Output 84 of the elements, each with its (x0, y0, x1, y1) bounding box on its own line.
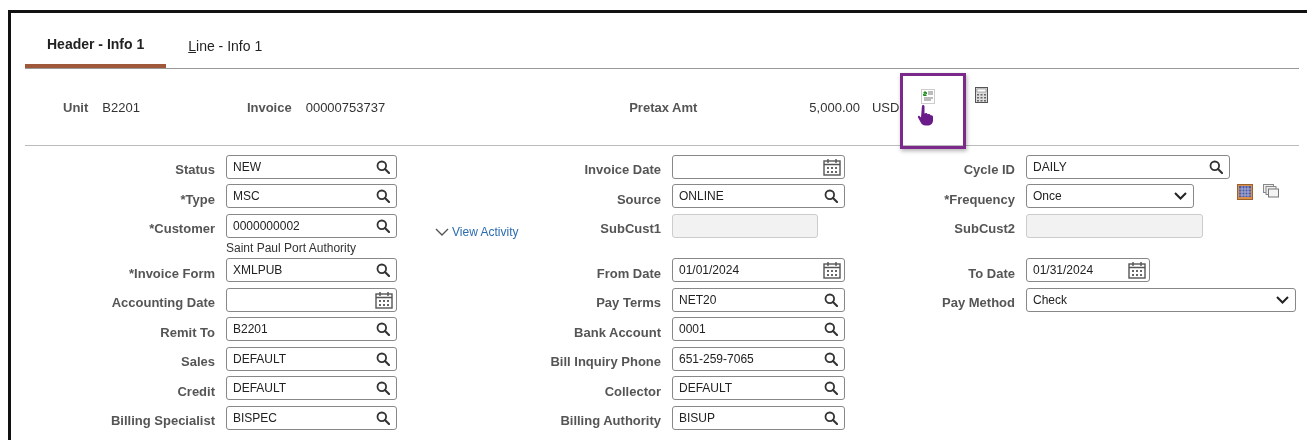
field-label: Collector (603, 383, 661, 399)
calendar-icon[interactable] (375, 290, 393, 309)
calendar-icon[interactable] (1128, 261, 1146, 280)
field-label: Pay Terms (595, 295, 661, 311)
input-field[interactable]: MSC (226, 184, 397, 209)
search-icon[interactable] (824, 322, 838, 337)
input-field[interactable]: DEFAULT (672, 376, 845, 401)
summary-label: Unit (63, 99, 89, 115)
summary-value: B2201 (102, 99, 140, 115)
field-label: *Customer (148, 221, 215, 237)
search-icon[interactable] (1209, 159, 1223, 174)
input-field[interactable]: DAILY (1026, 154, 1230, 179)
input-field[interactable]: 0000000002 (226, 213, 397, 238)
search-icon[interactable] (824, 189, 838, 204)
input-field[interactable]: NEW (226, 154, 397, 179)
hand-cursor-icon (917, 103, 936, 126)
field-label: Bank Account (573, 324, 661, 340)
field-label: Source (615, 191, 661, 207)
grid-icon[interactable] (1237, 183, 1253, 200)
search-icon[interactable] (376, 381, 390, 396)
field-label: Billing Authority (559, 413, 661, 429)
search-icon[interactable] (376, 218, 390, 233)
search-icon[interactable] (376, 351, 390, 366)
dropdown[interactable]: Once (1026, 184, 1194, 209)
summary-label: Pretax Amt (629, 99, 698, 115)
view-activity-link[interactable]: View Activity (435, 224, 519, 239)
field-label: Status (174, 162, 215, 178)
search-icon[interactable] (824, 410, 838, 425)
calculator-icon[interactable] (975, 87, 989, 103)
field-label: Cycle ID (962, 162, 1015, 178)
date-field[interactable]: 01/31/2024 (1026, 258, 1150, 283)
chevron-down-icon (435, 227, 449, 236)
currency-code: USD (871, 99, 900, 115)
field-label: Credit (176, 383, 215, 399)
field-label: SubCust1 (599, 221, 661, 237)
field-label: Accounting Date (110, 295, 215, 311)
calendar-icon[interactable] (823, 157, 841, 176)
calendar-icon[interactable] (823, 261, 841, 280)
chevron-down-icon (1276, 295, 1289, 304)
input-field[interactable] (672, 213, 818, 238)
input-field[interactable] (1026, 213, 1203, 238)
field-label: Billing Specialist (109, 413, 215, 429)
input-field[interactable]: DEFAULT (226, 346, 397, 371)
input-field[interactable]: BISUP (672, 405, 845, 430)
dropdown[interactable]: Check (1026, 287, 1296, 312)
input-field[interactable]: XMLPUB (226, 258, 397, 283)
tab[interactable]: Line - Info 1 (166, 35, 285, 68)
copy-icon[interactable] (1263, 183, 1279, 198)
customer-name: Saint Paul Port Authority (226, 241, 357, 255)
field-label: Remit To (159, 324, 215, 340)
invoice-icon[interactable] (921, 88, 936, 104)
field-label: Sales (180, 354, 215, 370)
field-label: *Type (179, 191, 215, 207)
input-field[interactable]: B2201 (226, 317, 397, 342)
date-field[interactable] (226, 287, 397, 312)
summary-value: 00000753737 (305, 99, 386, 115)
field-label: Bill Inquiry Phone (549, 354, 661, 370)
search-icon[interactable] (824, 292, 838, 307)
tab[interactable]: Header - Info 1 (25, 35, 167, 68)
search-icon[interactable] (824, 351, 838, 366)
input-field[interactable]: BISPEC (226, 405, 397, 430)
search-icon[interactable] (376, 322, 390, 337)
field-label: *Frequency (943, 191, 1015, 207)
field-label: From Date (595, 265, 661, 281)
date-field[interactable] (672, 154, 845, 179)
input-field[interactable]: DEFAULT (226, 376, 397, 401)
field-label: *Invoice Form (128, 265, 215, 281)
field-label: SubCust2 (953, 221, 1015, 237)
summary-label: Invoice (246, 99, 292, 115)
search-icon[interactable] (376, 410, 390, 425)
input-field[interactable]: NET20 (672, 287, 845, 312)
input-field[interactable]: 651-259-7065 (672, 346, 845, 371)
search-icon[interactable] (376, 263, 390, 278)
field-label: Invoice Date (583, 162, 661, 178)
input-field[interactable]: ONLINE (672, 184, 845, 209)
search-icon[interactable] (376, 159, 390, 174)
input-field[interactable]: 0001 (672, 317, 845, 342)
search-icon[interactable] (376, 189, 390, 204)
field-label: Pay Method (941, 295, 1015, 311)
summary-value: 5,000.00 (809, 99, 860, 115)
search-icon[interactable] (824, 381, 838, 396)
field-label: To Date (967, 265, 1015, 281)
chevron-down-icon (1174, 192, 1187, 201)
date-field[interactable]: 01/01/2024 (672, 258, 845, 283)
